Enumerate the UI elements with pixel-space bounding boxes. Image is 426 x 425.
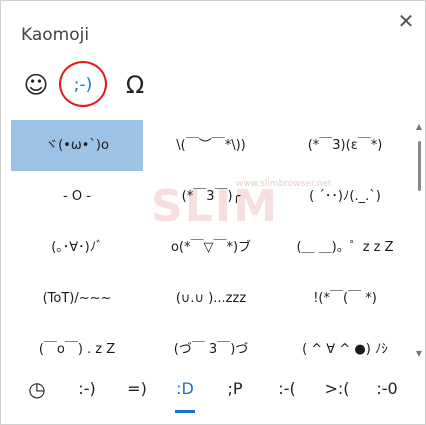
kaomoji-item[interactable]: !(*￣(￣ *) <box>279 273 411 324</box>
kaomoji-item[interactable]: \(￣︶￣*\)) <box>145 120 277 171</box>
kaomoji-grid: ヾ(•ω•`)o \(￣︶￣*\)) (*￣3)(ε￣*) - O - (*￣3… <box>11 120 413 362</box>
kaomoji-item[interactable]: (*￣3)(ε￣*) <box>279 120 411 171</box>
panel-title: Kaomoji <box>21 25 90 45</box>
subcategory-bar: ◷ :-) =) :D ;P :-( >:( :-0 <box>1 363 425 423</box>
kaomoji-item[interactable]: (ToT)/~~~ <box>11 273 143 324</box>
close-icon[interactable]: ✕ <box>394 9 418 33</box>
active-tab-indicator <box>175 410 195 413</box>
tab-wink[interactable]: ;P <box>219 377 251 401</box>
kaomoji-item[interactable]: (＿ ＿)。゜z z Z <box>279 222 411 273</box>
kaomoji-item[interactable]: ヾ(•ω•`)o <box>11 120 143 171</box>
kaomoji-item[interactable]: (*￣3￣)╭ <box>145 171 277 222</box>
kaomoji-panel: Kaomoji ✕ ☺ ;-) Ω SLIM www.slimbrowser.n… <box>0 0 426 425</box>
kaomoji-item[interactable]: (∪.∪ )...zzz <box>145 273 277 324</box>
tab-smile[interactable]: :-) <box>69 377 105 401</box>
kaomoji-item[interactable]: o(*￣▽￣*)ブ <box>145 222 277 273</box>
tab-surprised[interactable]: :-0 <box>367 377 407 401</box>
scroll-up-icon[interactable]: ▲ <box>413 122 425 132</box>
kaomoji-item[interactable]: (｡･∀･)ﾉﾞ <box>11 222 143 273</box>
kaomoji-item[interactable]: ( ´･･)ﾉ(._.`) <box>279 171 411 222</box>
scrollbar-thumb[interactable] <box>418 141 421 191</box>
tab-equals-smile[interactable]: =) <box>121 377 153 401</box>
tab-sad[interactable]: :-( <box>269 377 305 401</box>
clock-icon[interactable]: ◷ <box>23 377 51 401</box>
tab-big-grin[interactable]: :D <box>169 377 201 401</box>
kaomoji-item[interactable]: - O - <box>11 171 143 222</box>
highlight-circle <box>59 61 107 107</box>
tab-angry[interactable]: >:( <box>319 377 355 401</box>
scroll-down-icon[interactable]: ▼ <box>413 349 425 359</box>
omega-icon[interactable]: Ω <box>117 67 153 103</box>
smiley-icon[interactable]: ☺ <box>18 67 54 103</box>
